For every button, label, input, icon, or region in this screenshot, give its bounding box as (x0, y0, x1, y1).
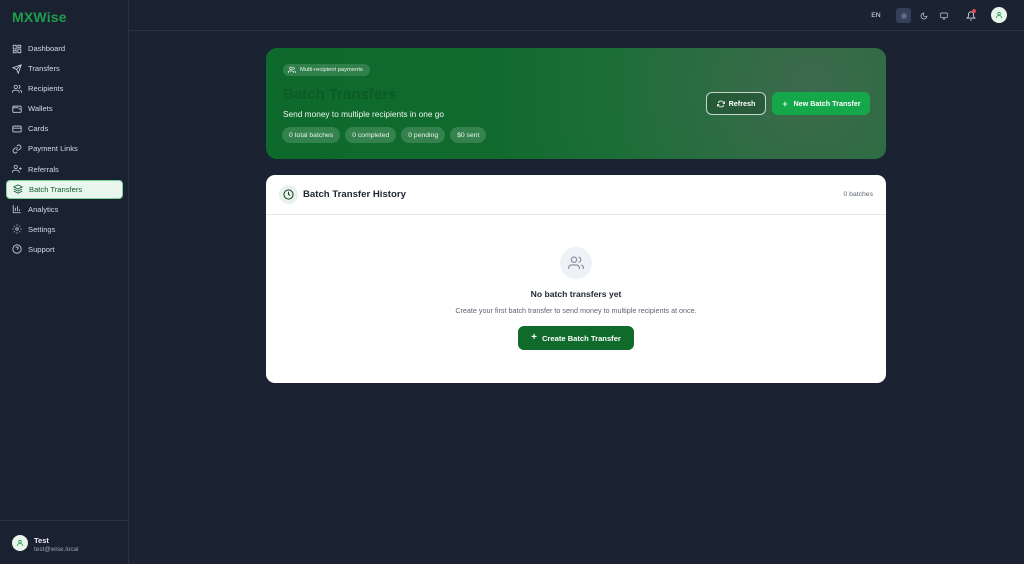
credit-card-icon (12, 125, 22, 133)
dashboard-grid-icon (12, 44, 22, 53)
history-title: Batch Transfer History (303, 189, 406, 200)
sidebar-item-transfers[interactable]: Transfers (6, 59, 123, 78)
sidebar-nav: Dashboard Transfers Recipients Wallets C… (6, 39, 123, 260)
new-batch-transfer-button[interactable]: New Batch Transfer (772, 92, 870, 115)
batch-history-card: Batch Transfer History 0 batches No batc… (266, 175, 886, 383)
send-icon (12, 63, 22, 74)
stats-row: 0 total batches 0 completed 0 pending $0… (282, 127, 491, 143)
link-icon (12, 144, 22, 154)
card-header: Batch Transfer History 0 batches (266, 175, 886, 215)
topbar: EN (129, 0, 1024, 31)
sidebar-item-payment-links[interactable]: Payment Links (6, 139, 123, 158)
avatar[interactable] (991, 7, 1007, 23)
sidebar-item-label: Recipients (28, 84, 64, 94)
moon-icon (920, 12, 927, 19)
clock-icon (283, 189, 294, 200)
light-theme-button[interactable] (896, 8, 911, 23)
sidebar-item-label: Cards (28, 124, 49, 134)
sidebar-item-referrals[interactable]: Referrals (6, 160, 123, 179)
stat-total-batches: 0 total batches (282, 127, 341, 143)
sidebar-item-cards[interactable]: Cards (6, 119, 123, 138)
sidebar-item-analytics[interactable]: Analytics (6, 200, 123, 219)
new-batch-transfer-label: New Batch Transfer (793, 99, 861, 108)
sidebar-item-dashboard[interactable]: Dashboard (6, 39, 123, 58)
refresh-button[interactable]: Refresh (706, 92, 766, 115)
sidebar-item-label: Support (28, 244, 55, 254)
history-icon-badge (279, 185, 298, 204)
stat-pending: 0 pending (401, 127, 446, 143)
batch-count: 0 batches (843, 191, 873, 198)
system-theme-button[interactable] (936, 8, 951, 23)
stat-sent: $0 sent (450, 127, 487, 143)
language-switcher[interactable]: EN (866, 8, 886, 23)
stat-completed: 0 completed (345, 127, 397, 143)
user-icon (995, 11, 1003, 19)
users-icon (12, 84, 22, 93)
create-batch-transfer-label: Create Batch Transfer (541, 333, 621, 343)
sidebar-item-label: Transfers (28, 64, 60, 74)
sidebar-item-recipients[interactable]: Recipients (6, 79, 123, 98)
create-batch-transfer-button[interactable]: + Create Batch Transfer (518, 326, 634, 350)
empty-state-title: No batch transfers yet (530, 289, 622, 299)
monitor-icon (939, 12, 948, 19)
sidebar-item-settings[interactable]: Settings (6, 220, 123, 239)
user-name: Test (34, 536, 49, 545)
empty-state-subtitle: Create your first batch transfer to send… (455, 306, 697, 315)
empty-state-icon-badge (560, 247, 592, 279)
users-icon (568, 256, 584, 269)
page-subtitle: Send money to multiple recipients in one… (283, 109, 444, 119)
hero-chip-label: Multi-recipient payments (300, 67, 363, 73)
refresh-icon (716, 100, 725, 107)
sidebar-item-label: Analytics (28, 204, 59, 214)
sidebar-item-label: Dashboard (28, 44, 66, 53)
user-plus-icon (12, 164, 22, 173)
sidebar-item-label: Payment Links (28, 144, 78, 154)
gear-icon (12, 224, 22, 234)
dark-theme-button[interactable] (916, 8, 931, 23)
notification-dot (972, 9, 976, 13)
sidebar-item-wallets[interactable]: Wallets (6, 99, 123, 118)
users-icon (288, 66, 296, 73)
app-logo[interactable]: MXWise (12, 9, 67, 25)
wallet-icon (12, 105, 22, 113)
sidebar-item-label: Batch Transfers (29, 184, 83, 194)
notifications-button[interactable] (963, 8, 978, 23)
sidebar-item-support[interactable]: Support (6, 240, 123, 259)
help-circle-icon (12, 244, 22, 255)
sidebar-item-label: Settings (28, 224, 56, 234)
sun-icon (900, 12, 907, 19)
plus-icon (783, 101, 788, 106)
hero-chip: Multi-recipient payments (283, 64, 370, 76)
bar-chart-icon (12, 205, 21, 214)
sidebar-item-batch-transfers[interactable]: Batch Transfers (6, 179, 123, 199)
user-email: test@wise.local (34, 546, 79, 553)
plus-icon: + (531, 332, 537, 343)
layers-icon (13, 184, 23, 194)
sidebar: MXWise Dashboard Transfers Recipients Wa… (0, 0, 129, 564)
sidebar-item-label: Wallets (28, 104, 53, 114)
sidebar-item-label: Referrals (28, 164, 59, 174)
avatar (12, 535, 28, 551)
page-title: Batch Transfers (283, 86, 397, 103)
user-profile[interactable]: Test test@wise.local (0, 520, 128, 564)
refresh-label: Refresh (728, 99, 756, 108)
user-icon (16, 539, 24, 547)
batch-transfers-hero: Multi-recipient payments Batch Transfers… (266, 48, 886, 159)
